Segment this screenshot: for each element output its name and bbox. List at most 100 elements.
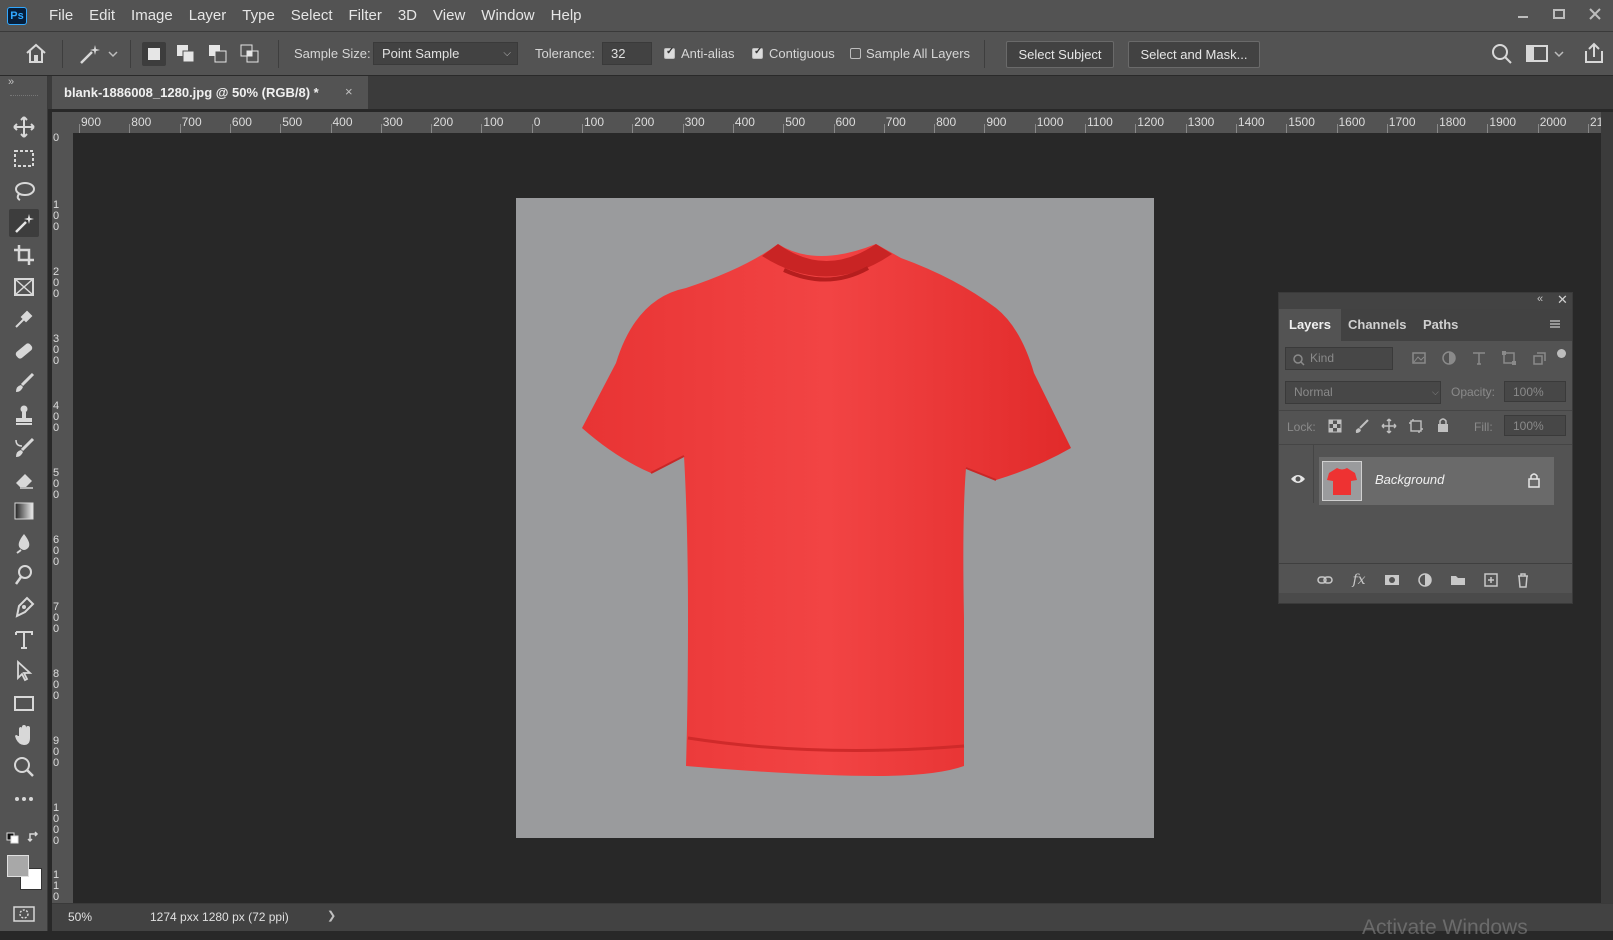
type-tool-icon[interactable] [9,625,39,653]
menu-help[interactable]: Help [543,0,590,31]
ruler-tick [330,124,332,133]
search-icon[interactable] [1491,43,1513,68]
dodge-tool-icon[interactable] [9,561,39,589]
status-menu-arrow-icon[interactable]: ❯ [327,909,336,922]
filter-adjustment-icon[interactable] [1441,350,1457,369]
menu-window[interactable]: Window [473,0,542,31]
add-selection-mode-button[interactable] [174,42,198,66]
fill-input[interactable]: 100% [1504,415,1566,436]
lock-image-pixels-icon[interactable] [1354,418,1370,437]
subtract-selection-mode-button[interactable] [206,42,230,66]
clone-stamp-tool-icon[interactable] [9,401,39,429]
zoom-level[interactable]: 50% [68,910,92,924]
select-and-mask-button[interactable]: Select and Mask... [1128,41,1260,68]
document-canvas[interactable] [516,198,1154,838]
collapse-toolbar-icon[interactable]: » [8,76,14,88]
close-panel-icon[interactable]: ✕ [1557,292,1568,308]
menu-select[interactable]: Select [283,0,341,31]
vertical-scrollbar[interactable] [1601,112,1613,903]
menu-filter[interactable]: Filter [341,0,390,31]
intersect-selection-mode-button[interactable] [238,42,262,66]
crop-tool-icon[interactable] [9,241,39,269]
trash-delete-layer-icon[interactable] [1515,572,1531,588]
filter-smart-object-icon[interactable] [1531,350,1547,369]
tab-channels[interactable]: Channels [1338,309,1417,341]
lock-all-icon[interactable] [1435,417,1451,436]
collapse-panel-icon[interactable]: « [1537,293,1543,305]
move-tool-icon[interactable] [9,113,39,141]
panel-resize-grip[interactable] [1279,593,1572,603]
adjustment-layer-icon[interactable] [1417,572,1433,588]
more-tools-icon[interactable] [9,785,39,813]
photoshop-logo[interactable]: Ps [7,6,27,25]
layer-lock-icon[interactable] [1527,472,1541,491]
new-group-folder-icon[interactable] [1450,572,1466,588]
menu-image[interactable]: Image [123,0,181,31]
workspace-icon[interactable] [1526,44,1566,67]
menu-file[interactable]: File [41,0,81,31]
history-brush-tool-icon[interactable] [9,433,39,461]
eyedropper-tool-icon[interactable] [9,305,39,333]
close-window-icon[interactable] [1577,7,1613,25]
blend-mode-dropdown[interactable]: Normal ⌵ [1285,381,1441,404]
lasso-tool-icon[interactable] [9,177,39,205]
pen-tool-icon[interactable] [9,593,39,621]
new-selection-mode-button[interactable] [142,42,166,66]
fill-label: Fill: [1474,420,1493,434]
lock-position-icon[interactable] [1381,418,1397,437]
healing-brush-tool-icon[interactable] [9,337,39,365]
ruler-tick [1386,124,1388,133]
link-layers-icon[interactable] [1317,572,1333,588]
hand-tool-icon[interactable] [9,721,39,749]
quick-mask-icon[interactable] [13,905,35,926]
sample-all-layers-checkbox[interactable] [850,48,861,59]
layer-name[interactable]: Background [1375,472,1444,487]
close-tab-icon[interactable]: × [345,84,353,99]
zoom-tool-icon[interactable] [9,753,39,781]
gradient-tool-icon[interactable] [9,497,39,525]
magic-wand-tool-icon[interactable] [9,209,39,237]
filter-shape-icon[interactable] [1501,350,1517,369]
filter-pixel-icon[interactable] [1411,350,1427,369]
home-icon[interactable] [24,42,48,67]
opacity-input[interactable]: 100% [1504,381,1566,402]
menu-3d[interactable]: 3D [390,0,425,31]
tab-paths[interactable]: Paths [1413,309,1468,341]
brush-tool-icon[interactable] [9,369,39,397]
menu-layer[interactable]: Layer [181,0,235,31]
select-subject-button[interactable]: Select Subject [1006,41,1114,68]
lock-artboard-icon[interactable] [1408,418,1424,437]
eye-visibility-icon[interactable] [1290,473,1306,488]
contiguous-checkbox[interactable] [752,46,763,59]
layer-row-background[interactable]: Background [1319,457,1554,505]
menu-type[interactable]: Type [234,0,283,31]
lock-transparent-pixels-icon[interactable] [1327,418,1343,437]
sample-size-dropdown[interactable]: Point Sample ⌵ [373,42,518,65]
marquee-tool-icon[interactable] [9,145,39,173]
tolerance-input[interactable]: 32 [602,42,652,65]
filter-toggle-icon[interactable] [1557,349,1566,358]
share-icon[interactable] [1583,42,1605,67]
rectangle-tool-icon[interactable] [9,689,39,717]
blur-tool-icon[interactable] [9,529,39,557]
default-colors-icon[interactable] [6,832,20,847]
layer-filter-dropdown[interactable]: Kind [1285,347,1393,370]
panel-menu-icon[interactable] [1549,318,1561,333]
menu-edit[interactable]: Edit [81,0,123,31]
swap-colors-icon[interactable] [27,830,41,847]
restore-icon[interactable] [1541,7,1577,25]
document-tab[interactable]: blank-1886008_1280.jpg @ 50% (RGB/8) * × [52,76,368,109]
eraser-tool-icon[interactable] [9,465,39,493]
add-layer-style-icon[interactable]: fx [1351,572,1367,588]
add-mask-icon[interactable] [1384,572,1400,588]
magic-wand-preset-icon[interactable] [78,42,118,69]
tab-layers[interactable]: Layers [1279,309,1341,341]
filter-type-icon[interactable] [1471,350,1487,369]
anti-alias-checkbox[interactable] [664,46,675,59]
minimize-icon[interactable] [1505,7,1541,25]
menu-view[interactable]: View [425,0,473,31]
new-layer-icon[interactable] [1483,572,1499,588]
foreground-color-swatch[interactable] [7,855,29,877]
path-selection-tool-icon[interactable] [9,657,39,685]
frame-tool-icon[interactable] [9,273,39,301]
